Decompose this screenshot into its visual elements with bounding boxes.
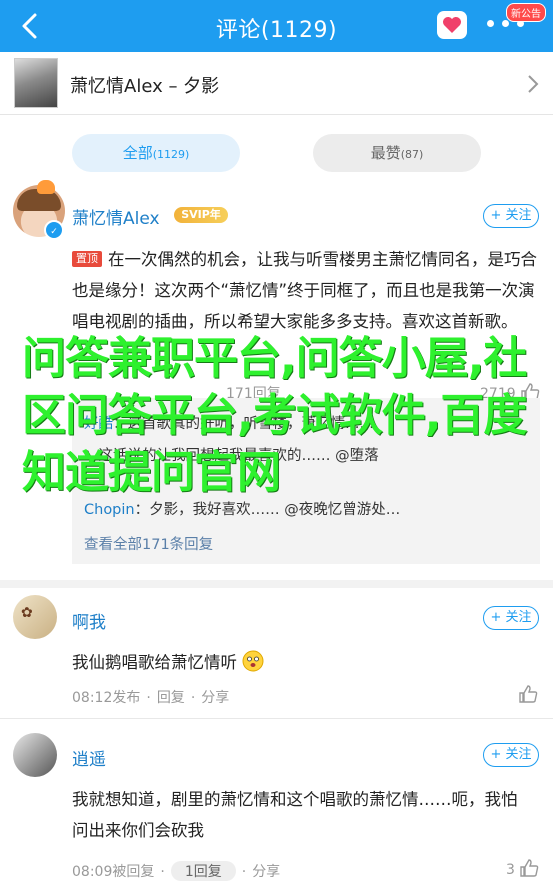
heart-icon [443, 17, 461, 33]
like-song-button[interactable] [437, 11, 467, 39]
avatar[interactable] [13, 733, 57, 777]
notice-badge[interactable]: 新公告 [506, 3, 546, 22]
avatar-decoration-icon [37, 180, 55, 194]
reply-author[interactable]: Chopin [84, 502, 135, 518]
like-button[interactable] [518, 685, 538, 704]
comment-text: 我仙鹅唱歌给萧忆情听 [72, 653, 237, 672]
share-button[interactable]: 分享 [201, 690, 229, 706]
song-cover-image [14, 58, 58, 108]
svip-badge: SVIP年 [174, 207, 228, 223]
comment-username[interactable]: 啊我 [72, 608, 106, 633]
chevron-right-icon [528, 75, 539, 93]
section-divider [0, 718, 553, 719]
song-title: 萧忆情Alex – 夕影 [70, 76, 220, 97]
page-title: 评论(1129) [215, 18, 338, 43]
filter-hot-count: (87) [400, 148, 424, 161]
comment-time: 08:09被回复 [72, 864, 155, 880]
comment-meta: 08:09被回复 · 1回复 · 分享 [72, 861, 280, 881]
section-divider [0, 580, 553, 588]
comment-meta: 08:12发布 · 回复 · 分享 [72, 690, 230, 706]
view-all-replies-link[interactable]: 查看全部171条回复 [84, 533, 213, 554]
comment-body: 我仙鹅唱歌给萧忆情听 [72, 647, 512, 678]
reply-button[interactable]: 1回复 [170, 861, 236, 881]
follow-button[interactable]: + 关注 [483, 743, 539, 767]
emoji-icon [242, 650, 264, 672]
watermark-overlay-text: 问答兼职平台,问答小屋,社区问答平台,考试软件,百度知道提问官网 [22, 333, 527, 498]
like-button[interactable]: 3 [506, 859, 539, 878]
filter-hot-button[interactable]: 最赞(87) [313, 134, 481, 172]
reply-preview-line: Chopin：夕影，我好喜欢…… @夜晚忆曾游处… [84, 498, 529, 519]
top-app-bar: 评论(1129) 新公告 [0, 0, 553, 52]
filter-all-label: 全部 [122, 144, 153, 162]
filter-all-button[interactable]: 全部(1129) [72, 134, 240, 172]
verified-icon: ✓ [44, 220, 64, 240]
thumbs-up-icon [520, 859, 539, 877]
like-count: 3 [506, 862, 515, 878]
comment-username[interactable]: 萧忆情Alex [72, 204, 160, 229]
filter-all-count: (1129) [152, 148, 190, 161]
pinned-tag: 置顶 [72, 251, 102, 267]
reply-button[interactable]: 回复 [157, 690, 185, 706]
comment-time: 08:12发布 [72, 690, 141, 706]
comment-text: 在一次偶然的机会，让我与听雪楼男主萧忆情同名，是巧合也是缘分！这次两个“萧忆情”… [72, 250, 537, 331]
reply-text: ：夕影，我好喜欢…… @夜晚忆曾游处… [134, 502, 401, 518]
dot-icon [502, 20, 509, 27]
comment-body: 我就想知道，剧里的萧忆情和这个唱歌的萧忆情……呃，我怕问出来你们会砍我 [72, 790, 518, 840]
song-info-bar[interactable]: 萧忆情Alex – 夕影 [0, 52, 553, 115]
dot-icon [487, 20, 494, 27]
follow-button[interactable]: + 关注 [483, 606, 539, 630]
avatar[interactable]: ✿ [13, 595, 57, 639]
share-button[interactable]: 分享 [252, 864, 280, 880]
comment-filter-row: 全部(1129) 最赞(87) [0, 115, 553, 191]
filter-hot-label: 最赞 [370, 144, 401, 162]
thumbs-up-icon [519, 685, 538, 703]
follow-button[interactable]: + 关注 [483, 204, 539, 228]
comment-body: 置顶 在一次偶然的机会，让我与听雪楼男主萧忆情同名，是巧合也是缘分！这次两个“萧忆… [72, 244, 540, 337]
comment-username[interactable]: 逍遥 [72, 745, 106, 770]
